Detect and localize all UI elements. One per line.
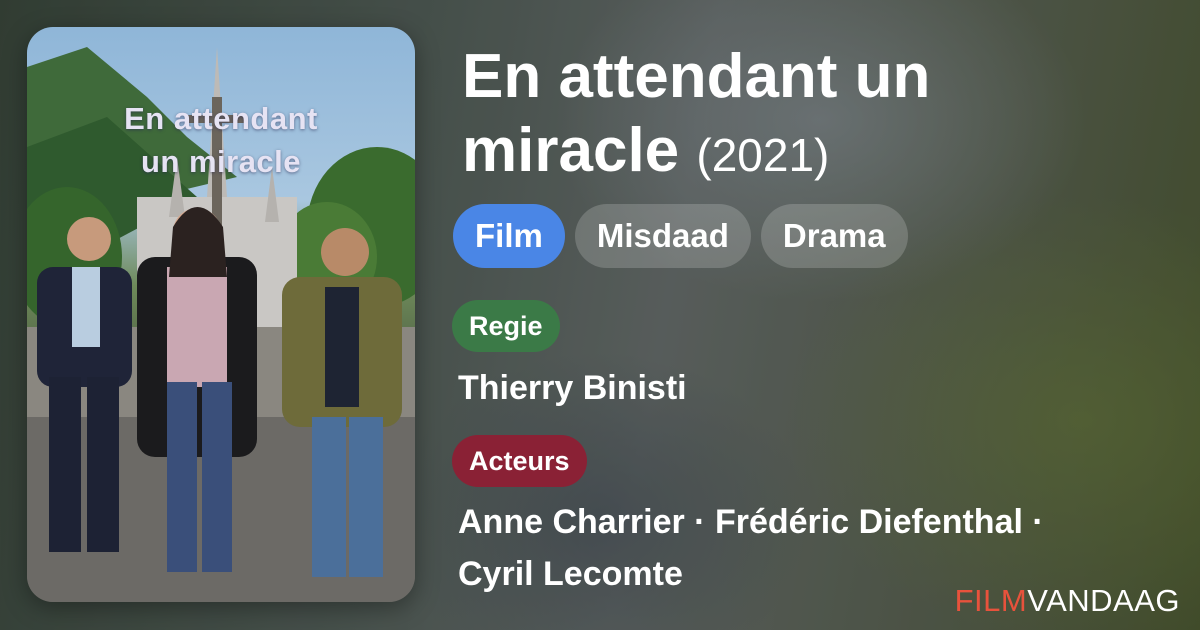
genre-pill-film[interactable]: Film bbox=[453, 204, 565, 268]
movie-poster[interactable]: En attendant un miracle bbox=[27, 27, 415, 602]
genre-list: Film Misdaad Drama bbox=[453, 204, 908, 268]
actors-line1[interactable]: Anne Charrier · Frédéric Diefenthal · bbox=[458, 496, 1158, 548]
brand-logo-film: FILM bbox=[954, 583, 1028, 618]
genre-pill-misdaad[interactable]: Misdaad bbox=[574, 204, 751, 268]
brand-logo-vandaag: VANDAAG bbox=[1027, 583, 1180, 618]
acteurs-badge: Acteurs bbox=[452, 435, 587, 487]
poster-title-line2: un miracle bbox=[140, 144, 302, 179]
poster-title-line1: En attendant bbox=[124, 101, 318, 136]
director-name[interactable]: Thierry Binisti bbox=[458, 362, 687, 414]
movie-year: (2021) bbox=[696, 129, 830, 181]
brand-logo[interactable]: FILMVANDAAG bbox=[955, 583, 1180, 619]
regie-badge: Regie bbox=[452, 300, 560, 352]
genre-pill-drama[interactable]: Drama bbox=[760, 204, 908, 268]
movie-title: En attendant un miracle (2021) bbox=[462, 40, 1162, 192]
